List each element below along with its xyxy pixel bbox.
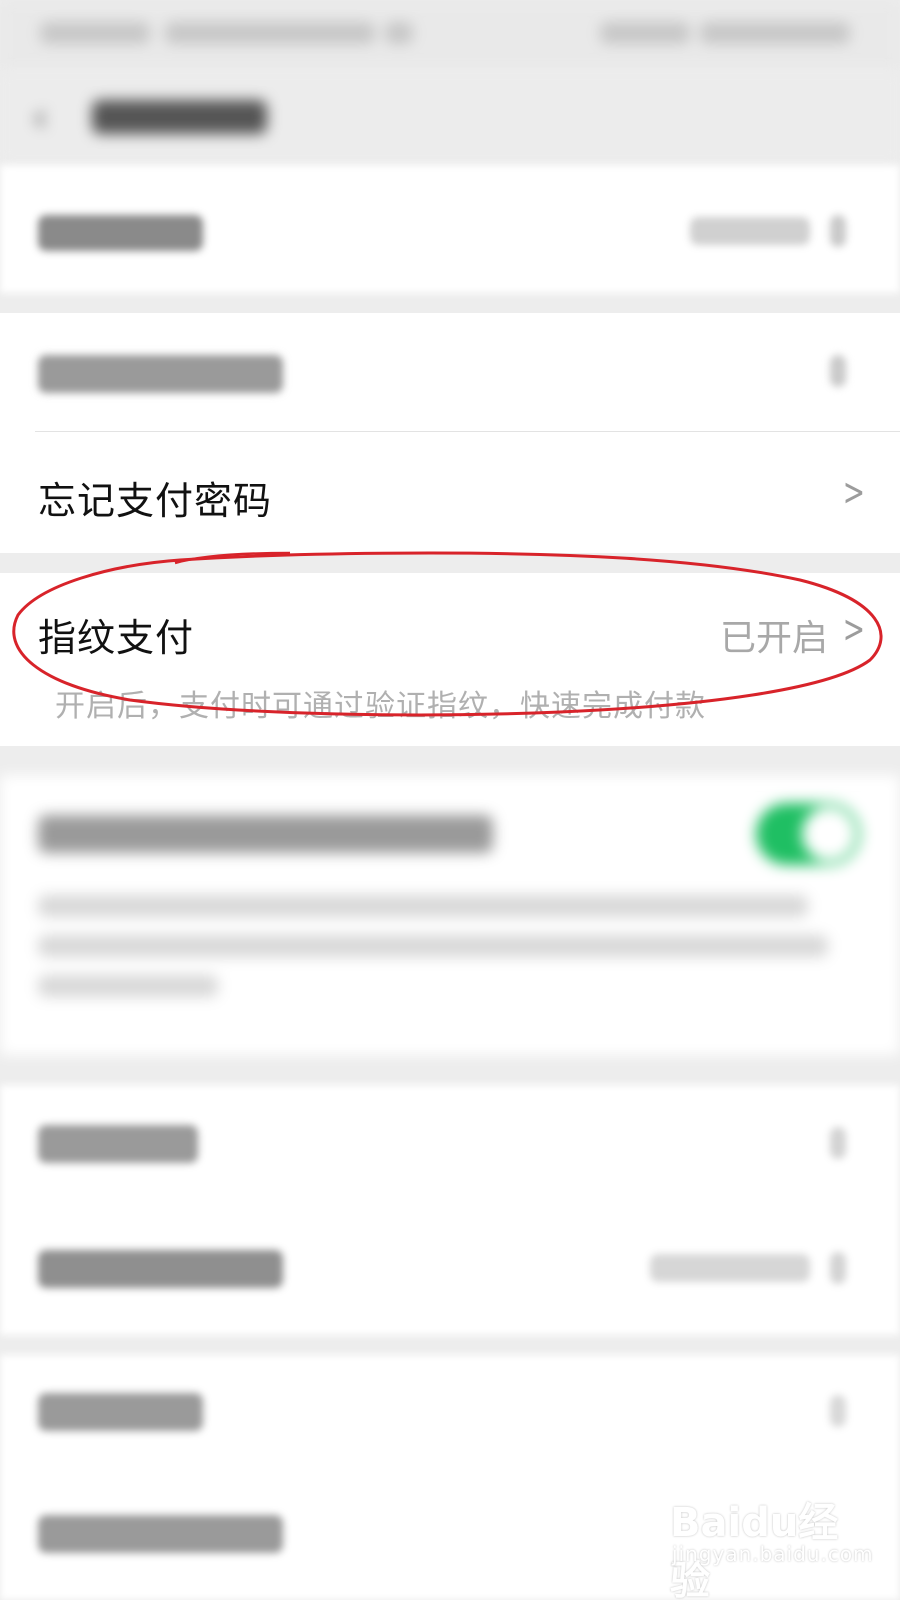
- baidu-watermark: Baidu经验 jingyan.baidu.com: [670, 1490, 873, 1600]
- navigation-bar: ‹: [0, 70, 900, 165]
- status-bar: [0, 0, 900, 70]
- card-identity: [0, 165, 900, 293]
- card-toggle-setting: [0, 775, 900, 1055]
- row-fingerprint-pay[interactable]: 指纹支付 已开启 >: [0, 573, 900, 683]
- watermark-url: jingyan.baidu.com: [672, 1542, 874, 1566]
- row-forget-password[interactable]: 忘记支付密码 >: [0, 432, 900, 553]
- chevron-right-icon: >: [842, 607, 866, 651]
- forget-password-label: 忘记支付密码: [38, 479, 273, 523]
- row-blurred-4[interactable]: [0, 1355, 900, 1475]
- chevron-right-icon: >: [842, 470, 866, 514]
- card-blurred-rows: [0, 1085, 900, 1335]
- back-chevron-icon[interactable]: ‹: [32, 98, 62, 138]
- setting-toggle[interactable]: [756, 803, 860, 865]
- fingerprint-pay-label: 指纹支付: [38, 616, 195, 660]
- card-password: 忘记支付密码 >: [0, 313, 900, 553]
- card-fingerprint: 指纹支付 已开启 > 开启后，支付时可通过验证指纹，快速完成付款: [0, 573, 900, 746]
- row-blurred-3[interactable]: [0, 1210, 900, 1330]
- annotation-ellipse-tail: [174, 551, 291, 565]
- fingerprint-pay-hint: 开启后，支付时可通过验证指纹，快速完成付款: [55, 689, 706, 724]
- row-blurred-2[interactable]: [0, 1085, 900, 1205]
- toggle-knob: [802, 807, 856, 861]
- row-blurred-1[interactable]: [0, 165, 900, 293]
- fingerprint-pay-status: 已开启: [719, 618, 828, 659]
- row-change-password[interactable]: [0, 313, 900, 431]
- payment-settings-screen: ‹ 忘记支付密码 > 指纹支付 已开启 > 开启后，支付时可通过验证指纹，快速完…: [0, 0, 900, 1600]
